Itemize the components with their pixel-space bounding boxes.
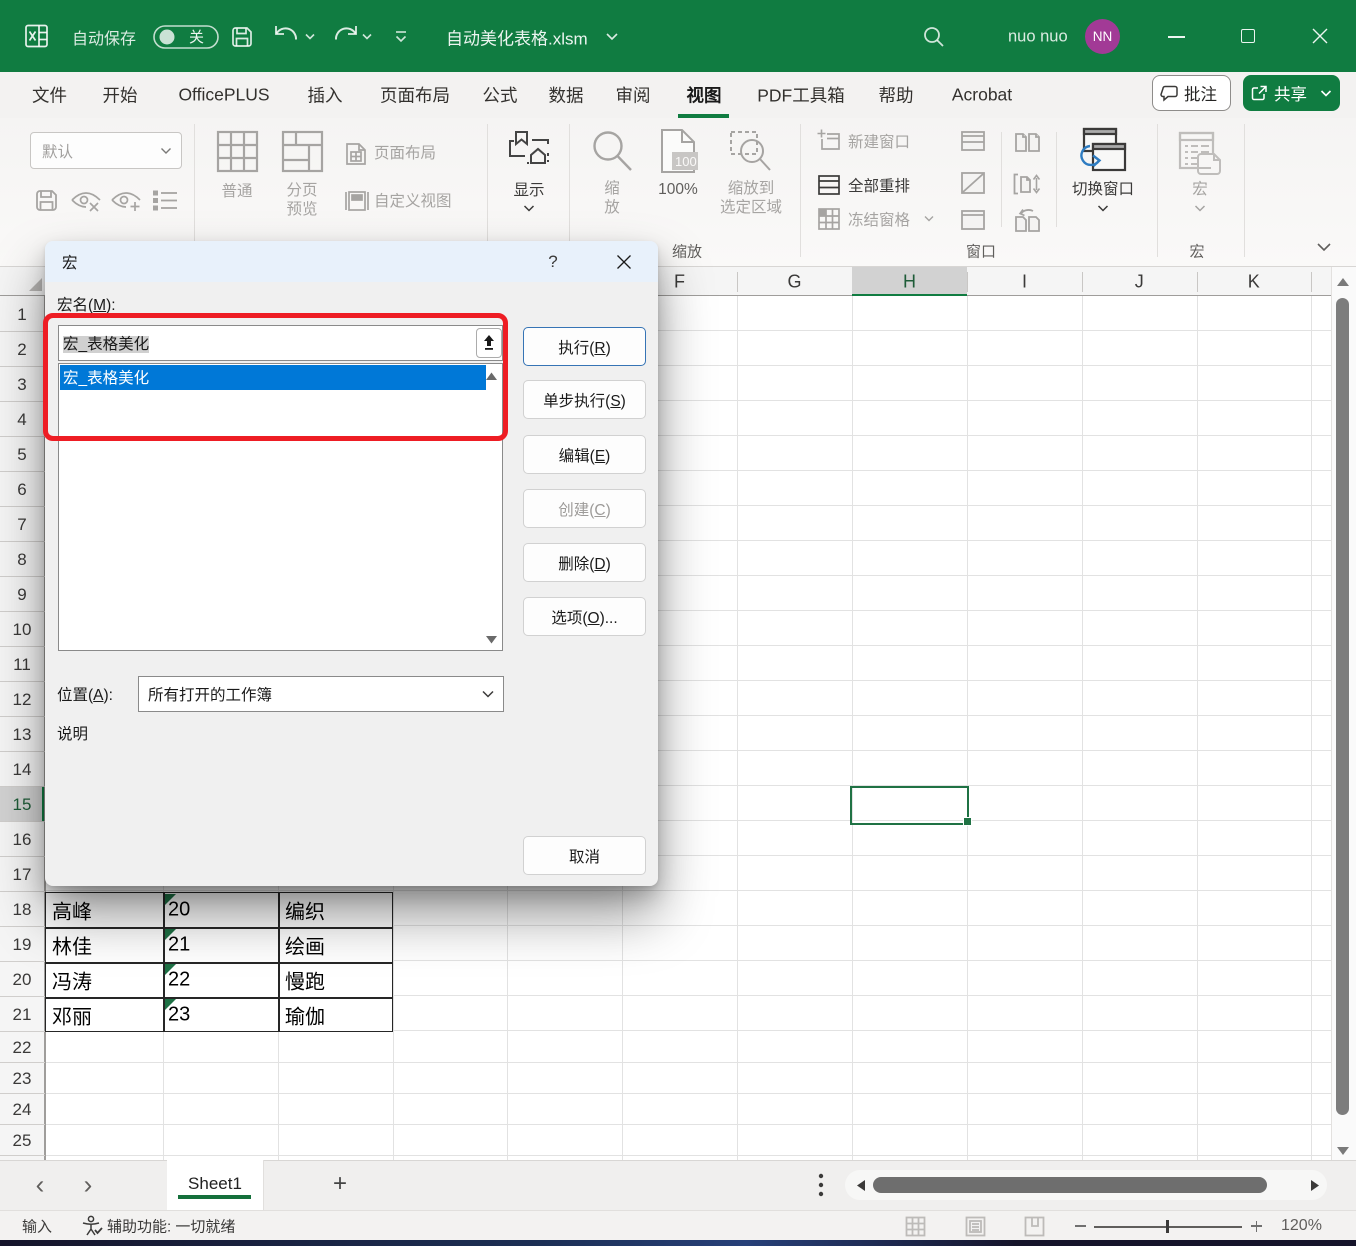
svg-text:关: 关: [189, 29, 204, 46]
svg-text:100: 100: [675, 154, 697, 169]
